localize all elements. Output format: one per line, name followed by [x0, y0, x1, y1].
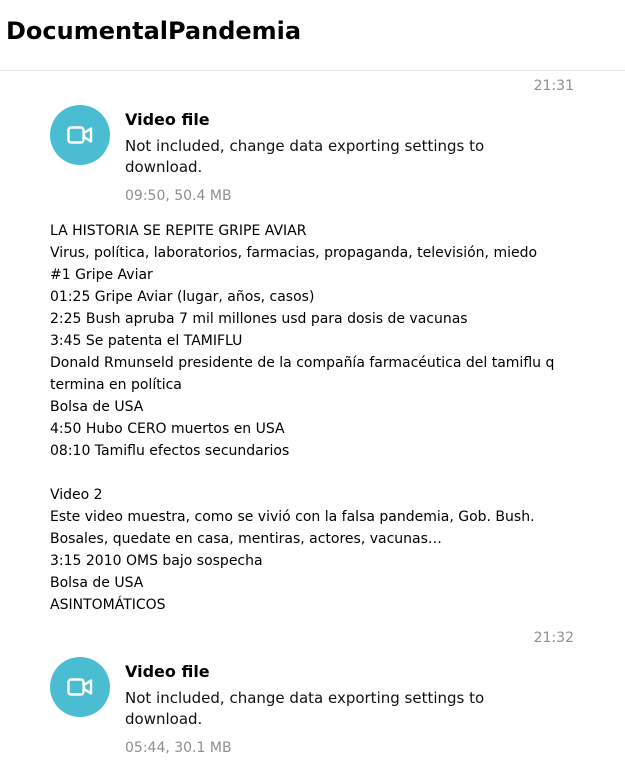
text-line: 08:10 Tamiflu efectos secundarios — [50, 443, 290, 459]
text-line: 4:50 Hubo CERO muertos en USA — [50, 421, 285, 437]
video-icon — [67, 678, 93, 696]
media-title: Video file — [125, 110, 210, 129]
text-line: Este video muestra, como se vivió con la… — [50, 509, 535, 525]
text-line: Donald Rmunseld presidente de la compañí… — [50, 355, 555, 371]
video-icon — [67, 126, 93, 144]
text-line: Bosales, quedate en casa, mentiras, acto… — [50, 531, 442, 547]
text-line: 3:45 Se patenta el TAMIFLU — [50, 333, 243, 349]
text-line: 01:25 Gripe Aviar (lugar, años, casos) — [50, 289, 315, 305]
media-status: Not included, change data exporting sett… — [125, 137, 485, 176]
video-thumbnail-button[interactable] — [50, 105, 110, 165]
text-line: 3:15 2010 OMS bajo sospecha — [50, 553, 263, 569]
media-status: Not included, change data exporting sett… — [125, 689, 485, 728]
text-line: termina en política — [50, 377, 182, 393]
text-line: ASINTOMÁTICOS — [50, 597, 166, 613]
message-time: 21:31 — [533, 78, 574, 94]
video-thumbnail-button[interactable] — [50, 657, 110, 717]
video-message: Video file Not included, change data exp… — [50, 657, 580, 767]
message-time: 21:32 — [533, 630, 574, 646]
media-meta: 05:44, 30.1 MB — [125, 740, 232, 756]
video-message: Video file Not included, change data exp… — [50, 105, 580, 215]
chat-header: DocumentalPandemia — [0, 0, 625, 71]
text-line: Virus, política, laboratorios, farmacias… — [50, 245, 538, 261]
media-meta: 09:50, 50.4 MB — [125, 188, 232, 204]
text-line: #1 Gripe Aviar — [50, 267, 153, 283]
media-title: Video file — [125, 662, 210, 681]
message-text: LA HISTORIA SE REPITE GRIPE AVIAR Virus,… — [50, 220, 590, 616]
page-title: DocumentalPandemia — [6, 17, 302, 45]
text-line: Bolsa de USA — [50, 399, 144, 415]
text-line: 2:25 Bush apruba 7 mil millones usd para… — [50, 311, 468, 327]
text-line — [50, 462, 590, 484]
text-line: Video 2 — [50, 487, 103, 503]
text-line: Bolsa de USA — [50, 575, 144, 591]
text-line: LA HISTORIA SE REPITE GRIPE AVIAR — [50, 223, 307, 239]
